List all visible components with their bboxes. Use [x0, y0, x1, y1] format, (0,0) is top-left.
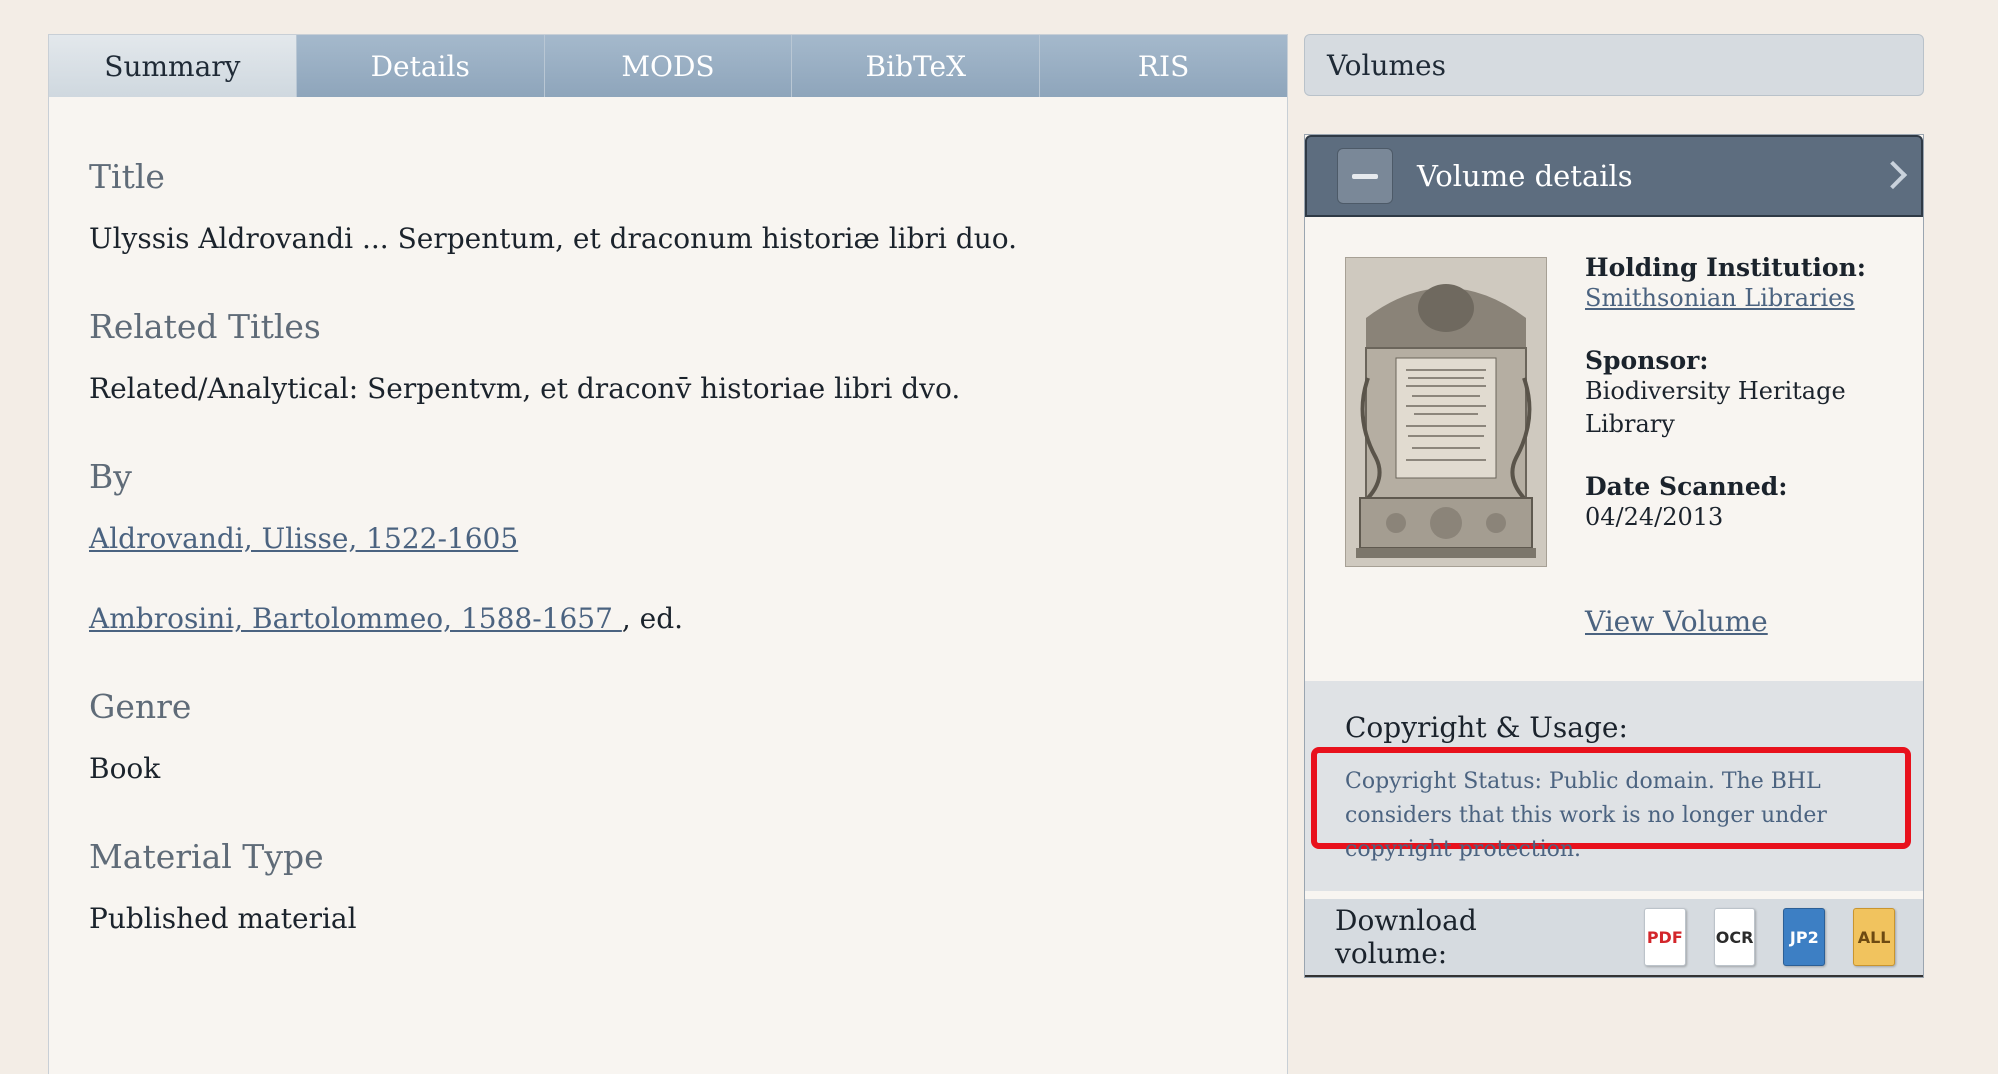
minus-icon [1352, 173, 1378, 179]
date-scanned-value: 04/24/2013 [1585, 502, 1724, 531]
author-role: , ed. [621, 601, 684, 635]
pdf-download-icon[interactable]: PDF [1643, 908, 1686, 966]
volumes-label: Volumes [1327, 48, 1446, 82]
date-scanned-label: Date Scanned: [1585, 471, 1788, 501]
volume-details-box: Volume details Holding Institution: Smit… [1304, 134, 1924, 978]
tab-mods[interactable]: MODS [543, 35, 792, 97]
author-row: Ambrosini, Bartolommeo, 1588-1657 , ed. [89, 601, 1247, 637]
download-label: Download volume: [1335, 904, 1477, 970]
summary-content: Title Ulyssis Aldrovandi ... Serpentum, … [49, 97, 1287, 937]
volume-details-title: Volume details [1417, 159, 1633, 193]
title-page-image [1346, 258, 1546, 566]
tab-summary[interactable]: Summary [49, 35, 296, 97]
holding-institution-link[interactable]: Smithsonian Libraries [1585, 284, 1855, 312]
related-titles-label: Related Titles [89, 306, 321, 346]
title-value: Ulyssis Aldrovandi ... Serpentum, et dra… [89, 221, 1018, 255]
by-label: By [89, 456, 132, 496]
collapse-button[interactable] [1337, 148, 1393, 204]
material-type-value: Published material [89, 901, 357, 935]
genre-label: Genre [89, 687, 192, 727]
tab-ris[interactable]: RIS [1039, 35, 1287, 97]
volume-details-header[interactable]: Volume details [1305, 135, 1923, 217]
view-volume-link[interactable]: View Volume [1585, 605, 1768, 638]
all-download-icon[interactable]: ALL [1853, 908, 1895, 966]
copyright-label: Copyright & Usage: [1345, 711, 1628, 744]
sponsor-value: Biodiversity Heritage Library [1585, 376, 1846, 439]
tab-bibtex[interactable]: BibTeX [791, 35, 1040, 97]
download-section: Download volume: PDF OCR JP2 ALL [1305, 899, 1923, 977]
volumes-selector[interactable]: Volumes [1304, 34, 1924, 96]
author-link[interactable]: Ambrosini, Bartolommeo, 1588-1657 [89, 602, 622, 635]
title-label: Title [89, 157, 165, 196]
chevron-right-icon[interactable] [1878, 160, 1908, 190]
tab-details[interactable]: Details [295, 35, 544, 97]
author-row: Aldrovandi, Ulisse, 1522-1605 [89, 521, 1247, 557]
sponsor-label: Sponsor: [1585, 345, 1709, 375]
holding-institution-label: Holding Institution: [1585, 253, 1866, 282]
ocr-download-icon[interactable]: OCR [1713, 908, 1756, 966]
volume-metadata: Holding Institution: Smithsonian Librari… [1585, 253, 1905, 564]
tab-bar: Summary Details MODS BibTeX RIS [49, 35, 1287, 97]
jp2-download-icon[interactable]: JP2 [1783, 908, 1826, 966]
copyright-section: Copyright & Usage: Copyright Status: Pub… [1305, 681, 1923, 891]
material-type-label: Material Type [89, 837, 324, 877]
copyright-status: Copyright Status: Public domain. The BHL… [1311, 747, 1911, 862]
summary-panel: Summary Details MODS BibTeX RIS Title Ul… [48, 34, 1288, 1074]
genre-value: Book [89, 751, 161, 785]
volume-info: Holding Institution: Smithsonian Librari… [1305, 217, 1923, 677]
related-titles-value: Related/Analytical: Serpentvm, et dracon… [89, 371, 961, 405]
volume-thumbnail[interactable] [1345, 257, 1547, 567]
author-link[interactable]: Aldrovandi, Ulisse, 1522-1605 [89, 522, 518, 555]
